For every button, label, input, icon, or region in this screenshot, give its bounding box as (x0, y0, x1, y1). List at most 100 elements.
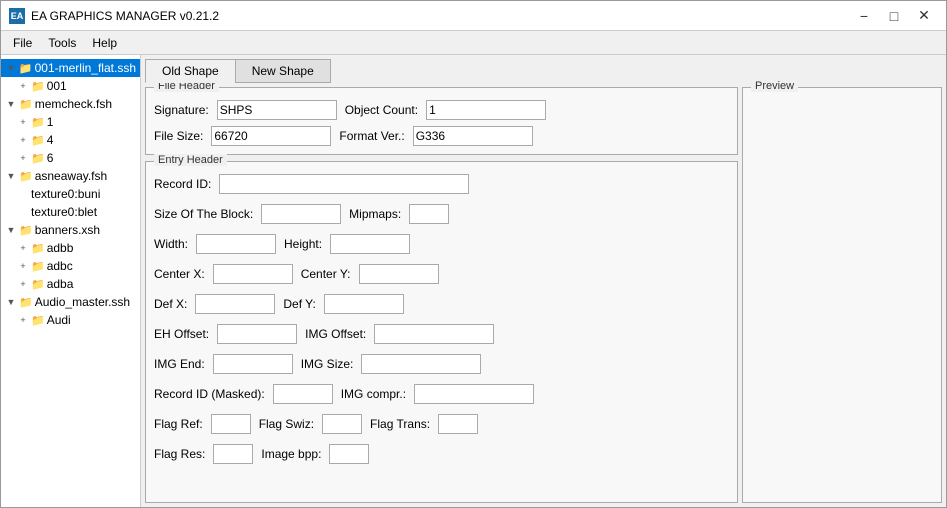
width-input[interactable] (196, 234, 276, 254)
tab-old-shape[interactable]: Old Shape (145, 59, 235, 83)
entry-row-def: Def X: Def Y: (154, 294, 729, 314)
label-adbc: adbc (47, 259, 73, 273)
label-asneaway: asneaway.fsh (35, 169, 108, 183)
minimize-button[interactable]: − (850, 6, 878, 26)
sidebar-item-1[interactable]: + 📁 1 (1, 113, 140, 131)
preview-panel: Preview (742, 87, 942, 503)
img-end-input[interactable] (213, 354, 293, 374)
sidebar-item-texture0buni[interactable]: texture0:buni (1, 185, 140, 203)
object-count-input[interactable] (426, 100, 546, 120)
preview-title: Preview (751, 80, 798, 92)
label-adbb: adbb (47, 241, 74, 255)
folder-icon-adbb: 📁 (31, 242, 45, 255)
sidebar-item-adbb[interactable]: + 📁 adbb (1, 239, 140, 257)
size-block-label: Size Of The Block: (154, 207, 253, 221)
sidebar-item-001[interactable]: + 📁 001 (1, 77, 140, 95)
sidebar-item-audio-master[interactable]: ▼ 📁 Audio_master.ssh (1, 293, 140, 311)
expand-icon-6: + (17, 152, 29, 164)
sidebar-item-6[interactable]: + 📁 6 (1, 149, 140, 167)
flag-trans-input[interactable] (438, 414, 478, 434)
flag-ref-input[interactable] (211, 414, 251, 434)
sidebar-item-adba[interactable]: + 📁 adba (1, 275, 140, 293)
image-bpp-input[interactable] (329, 444, 369, 464)
flag-ref-label: Flag Ref: (154, 417, 203, 431)
center-y-label: Center Y: (301, 267, 351, 281)
center-y-input[interactable] (359, 264, 439, 284)
label-banners: banners.xsh (35, 223, 100, 237)
img-compr-input[interactable] (414, 384, 534, 404)
expand-icon-memcheck: ▼ (5, 98, 17, 110)
sidebar-item-asneaway[interactable]: ▼ 📁 asneaway.fsh (1, 167, 140, 185)
record-id-masked-label: Record ID (Masked): (154, 387, 265, 401)
file-header-group: File Header Signature: Object Count: Fil… (145, 87, 738, 155)
entry-row-flags2: Flag Res: Image bpp: (154, 444, 729, 464)
def-y-input[interactable] (324, 294, 404, 314)
entry-row-flags1: Flag Ref: Flag Swiz: Flag Trans: (154, 414, 729, 434)
img-offset-input[interactable] (374, 324, 494, 344)
folder-icon-audi: 📁 (31, 314, 45, 327)
center-x-input[interactable] (213, 264, 293, 284)
file-header-row1: Signature: Object Count: (154, 100, 729, 120)
signature-label: Signature: (154, 103, 209, 117)
img-size-input[interactable] (361, 354, 481, 374)
expand-spacer-blet (17, 206, 29, 218)
label-6: 6 (47, 151, 54, 165)
label-texture0buni: texture0:buni (31, 187, 100, 201)
expand-icon-adba: + (17, 278, 29, 290)
def-x-input[interactable] (195, 294, 275, 314)
expand-icon-adbc: + (17, 260, 29, 272)
close-button[interactable]: ✕ (910, 6, 938, 26)
eh-offset-input[interactable] (217, 324, 297, 344)
record-id-input[interactable] (219, 174, 469, 194)
folder-icon-4: 📁 (31, 134, 45, 147)
tab-bar: Old Shape New Shape (145, 59, 942, 83)
entry-row-img-end-size: IMG End: IMG Size: (154, 354, 729, 374)
sidebar-item-texture0blet[interactable]: texture0:blet (1, 203, 140, 221)
object-count-label: Object Count: (345, 103, 418, 117)
flag-swiz-input[interactable] (322, 414, 362, 434)
sidebar-item-4[interactable]: + 📁 4 (1, 131, 140, 149)
folder-icon-001: 📁 (31, 80, 45, 93)
height-input[interactable] (330, 234, 410, 254)
file-size-input[interactable] (211, 126, 331, 146)
label-1: 1 (47, 115, 54, 129)
menu-help[interactable]: Help (84, 34, 125, 52)
expand-icon-1: + (17, 116, 29, 128)
content-area: ▼ 📁 001-merlin_flat.ssh + 📁 001 ▼ 📁 memc… (1, 55, 946, 507)
sidebar-item-banners[interactable]: ▼ 📁 banners.xsh (1, 221, 140, 239)
record-id-masked-input[interactable] (273, 384, 333, 404)
tab-new-shape[interactable]: New Shape (235, 59, 331, 83)
image-bpp-label: Image bpp: (261, 447, 321, 461)
img-end-label: IMG End: (154, 357, 205, 371)
format-ver-input[interactable] (413, 126, 533, 146)
img-size-label: IMG Size: (301, 357, 354, 371)
flag-res-input[interactable] (213, 444, 253, 464)
folder-icon-6: 📁 (31, 152, 45, 165)
img-compr-label: IMG compr.: (341, 387, 406, 401)
maximize-button[interactable]: □ (880, 6, 908, 26)
sidebar-item-001-merlin-flat[interactable]: ▼ 📁 001-merlin_flat.ssh (1, 59, 140, 77)
entry-row-record-masked: Record ID (Masked): IMG compr.: (154, 384, 729, 404)
shape-panel: File Header Signature: Object Count: Fil… (145, 87, 738, 503)
label-4: 4 (47, 133, 54, 147)
mipmaps-input[interactable] (409, 204, 449, 224)
main-window: EA EA GRAPHICS MANAGER v0.21.2 − □ ✕ Fil… (0, 0, 947, 508)
sidebar: ▼ 📁 001-merlin_flat.ssh + 📁 001 ▼ 📁 memc… (1, 55, 141, 507)
sidebar-item-audi[interactable]: + 📁 Audi (1, 311, 140, 329)
size-block-input[interactable] (261, 204, 341, 224)
sidebar-item-memcheck[interactable]: ▼ 📁 memcheck.fsh (1, 95, 140, 113)
file-header-content: Signature: Object Count: File Size: Form… (154, 100, 729, 146)
height-label: Height: (284, 237, 322, 251)
def-y-label: Def Y: (283, 297, 315, 311)
title-controls: − □ ✕ (850, 6, 938, 26)
label-adba: adba (47, 277, 74, 291)
def-x-label: Def X: (154, 297, 187, 311)
menu-file[interactable]: File (5, 34, 40, 52)
sidebar-item-adbc[interactable]: + 📁 adbc (1, 257, 140, 275)
expand-icon-audi: + (17, 314, 29, 326)
expand-icon-banners: ▼ (5, 224, 17, 236)
width-label: Width: (154, 237, 188, 251)
signature-input[interactable] (217, 100, 337, 120)
menu-tools[interactable]: Tools (40, 34, 84, 52)
main-area: Old Shape New Shape File Header Signatur… (141, 55, 946, 507)
